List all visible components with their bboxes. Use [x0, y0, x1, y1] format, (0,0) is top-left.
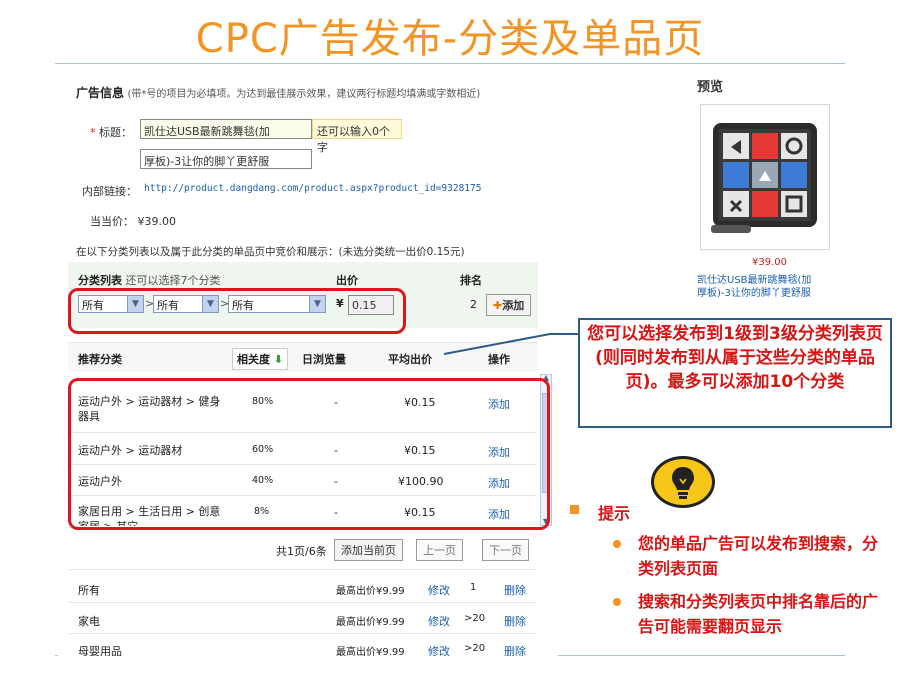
bid-col-header: 出价: [336, 274, 358, 287]
category-col-header: 分类列表: [78, 274, 122, 287]
tip-item: 您的单品广告可以发布到搜索，分类列表页面: [638, 534, 879, 578]
edit-link[interactable]: 修改: [428, 643, 450, 656]
tip-item: 搜索和分类列表页中排名靠后的广告可能需要翻页显示: [638, 592, 879, 636]
title-char-hint: 还可以输入0个字: [312, 119, 402, 154]
title-input-line1[interactable]: 凯仕达USB最新跳舞毯(加: [140, 119, 312, 139]
price-value: ¥39.00: [137, 215, 177, 228]
prev-page-button[interactable]: 上一页: [416, 539, 463, 561]
tip-bullet-icon: [613, 540, 621, 548]
add-current-page-button[interactable]: 添加当前页: [334, 539, 403, 561]
section-title: 广告信息: [76, 86, 125, 100]
recommend-col-views: 日浏览量: [302, 353, 346, 366]
pager-text: 共1页/6条: [276, 545, 327, 558]
category-intro: 在以下分类列表以及属于此分类的单品页中竞价和展示：(未选分类统一出价0.15元): [76, 246, 465, 258]
section-note: (带*号的项目为必填项。为达到最佳展示效果，建议两行标题均填满或字数相近): [127, 89, 481, 100]
lightbulb-icon: [651, 456, 715, 508]
recommend-col-avg: 平均出价: [388, 353, 432, 366]
rank-col-header: 排名: [460, 274, 482, 287]
callout-connector: [443, 333, 578, 355]
internal-link[interactable]: http://product.dangdang.com/product.aspx…: [144, 183, 481, 194]
next-page-button[interactable]: 下一页: [482, 539, 529, 561]
price-label: 当当价：: [90, 215, 134, 228]
delete-link[interactable]: 删除: [504, 613, 526, 629]
add-category-button[interactable]: ✚添加: [486, 294, 532, 316]
tip-bullet-icon: [570, 505, 579, 514]
internal-link-label: 内部链接：: [82, 185, 137, 198]
edit-link[interactable]: 修改: [428, 582, 450, 598]
plus-icon: ✚: [493, 299, 503, 312]
highlight-category-select: [68, 288, 406, 334]
preview-product-link[interactable]: 凯仕达USB最新跳舞毯(加 厚板)-3让你的脚丫更舒服: [697, 274, 811, 300]
title-label: 标题：: [99, 126, 132, 139]
callout-box: 您可以选择发布到1级到3级分类列表页(则同时发布到从属于这些分类的单品页)。最多…: [578, 318, 892, 428]
tip-bullet-icon: [613, 598, 621, 606]
recommend-col-category: 推荐分类: [78, 353, 122, 366]
edit-link[interactable]: 修改: [428, 613, 450, 629]
sort-down-icon: ⬇: [273, 353, 284, 366]
category-remaining: 还可以选择7个分类: [125, 274, 221, 287]
slide-title: CPC广告发布-分类及单品页: [195, 16, 705, 62]
ad-form-screenshot: 广告信息 (带*号的项目为必填项。为达到最佳展示效果，建议两行标题均填满或字数相…: [58, 66, 558, 656]
preview-title: 预览: [697, 80, 724, 95]
sort-relevance[interactable]: 相关度 ⬇: [232, 348, 289, 370]
product-image[interactable]: [700, 104, 830, 250]
tips-title: 提示: [598, 504, 631, 523]
top-divider: [55, 63, 845, 64]
delete-link[interactable]: 删除: [504, 582, 526, 598]
delete-link[interactable]: 删除: [504, 643, 526, 656]
preview-price: ¥39.00: [752, 257, 787, 268]
required-star: *: [90, 126, 96, 139]
title-input-line2[interactable]: 厚板)-3让你的脚丫更舒服: [140, 149, 312, 169]
dance-mat-image: [711, 123, 817, 233]
rank-value: 2: [470, 298, 477, 311]
highlight-recommend-list: [68, 378, 550, 530]
